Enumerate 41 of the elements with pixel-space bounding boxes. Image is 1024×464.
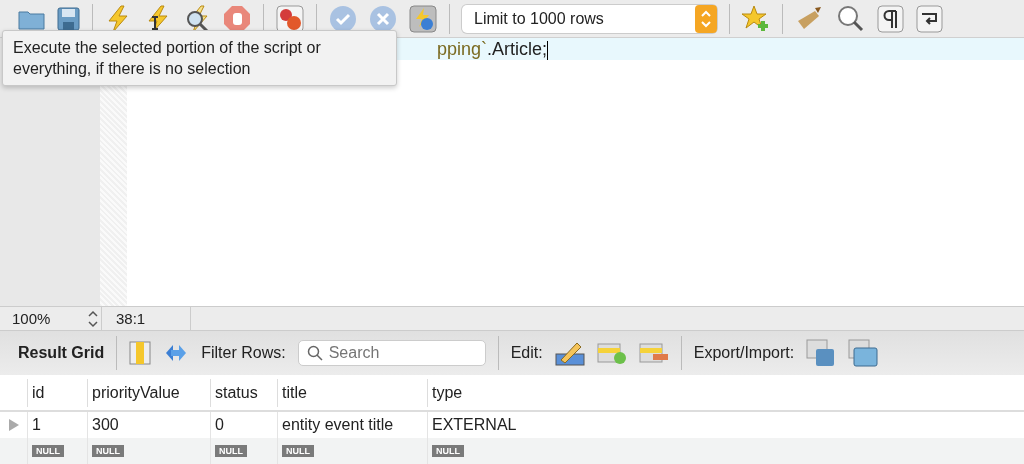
table-cell: 300 bbox=[92, 416, 119, 434]
edit-label: Edit: bbox=[510, 344, 543, 362]
columns-icon[interactable] bbox=[129, 341, 152, 365]
word-wrap-icon[interactable] bbox=[916, 4, 943, 33]
table-cell: entity event title bbox=[282, 416, 394, 434]
search-icon bbox=[306, 345, 323, 361]
add-row-icon[interactable] bbox=[596, 341, 627, 365]
import-icon[interactable] bbox=[848, 339, 879, 367]
delete-row-icon[interactable] bbox=[638, 341, 669, 365]
autocommit-icon[interactable] bbox=[409, 4, 437, 33]
table-cell: 1 bbox=[32, 416, 41, 434]
column-header[interactable]: status bbox=[210, 378, 277, 407]
null-badge: NULL bbox=[432, 445, 464, 457]
stepper-icon bbox=[695, 4, 717, 33]
save-icon[interactable] bbox=[57, 6, 80, 31]
column-header[interactable]: id bbox=[27, 378, 87, 407]
limit-select[interactable]: Limit to 1000 rows bbox=[462, 4, 717, 33]
stepper-icon bbox=[87, 308, 99, 329]
cancel-icon[interactable] bbox=[369, 4, 397, 33]
null-badge: NULL bbox=[282, 445, 314, 457]
result-grid-label: Result Grid bbox=[18, 344, 105, 362]
table-cell: 0 bbox=[215, 416, 224, 434]
search-field[interactable]: Search bbox=[297, 340, 486, 366]
check-icon[interactable] bbox=[329, 4, 357, 33]
star-add-icon[interactable] bbox=[742, 4, 770, 33]
column-header[interactable]: type bbox=[427, 378, 529, 407]
stop-on-error-icon[interactable] bbox=[276, 4, 304, 33]
table-cell: EXTERNAL bbox=[432, 416, 517, 434]
lightning-icon[interactable] bbox=[105, 4, 131, 33]
find-icon[interactable] bbox=[837, 4, 865, 33]
filter-rows-label: Filter Rows: bbox=[201, 344, 286, 362]
export-icon[interactable] bbox=[806, 339, 837, 367]
null-badge: NULL bbox=[215, 445, 247, 457]
export-import-label: Export/Import: bbox=[693, 344, 795, 362]
null-badge: NULL bbox=[32, 445, 64, 457]
pencil-icon[interactable] bbox=[554, 340, 585, 366]
null-badge: NULL bbox=[92, 445, 124, 457]
tooltip: Execute the selected portion of the script or everything, if there is no selection bbox=[2, 30, 397, 86]
column-header[interactable]: priorityValue bbox=[87, 378, 210, 407]
paragraph-icon[interactable] bbox=[877, 4, 904, 33]
column-header[interactable]: title bbox=[277, 378, 427, 407]
